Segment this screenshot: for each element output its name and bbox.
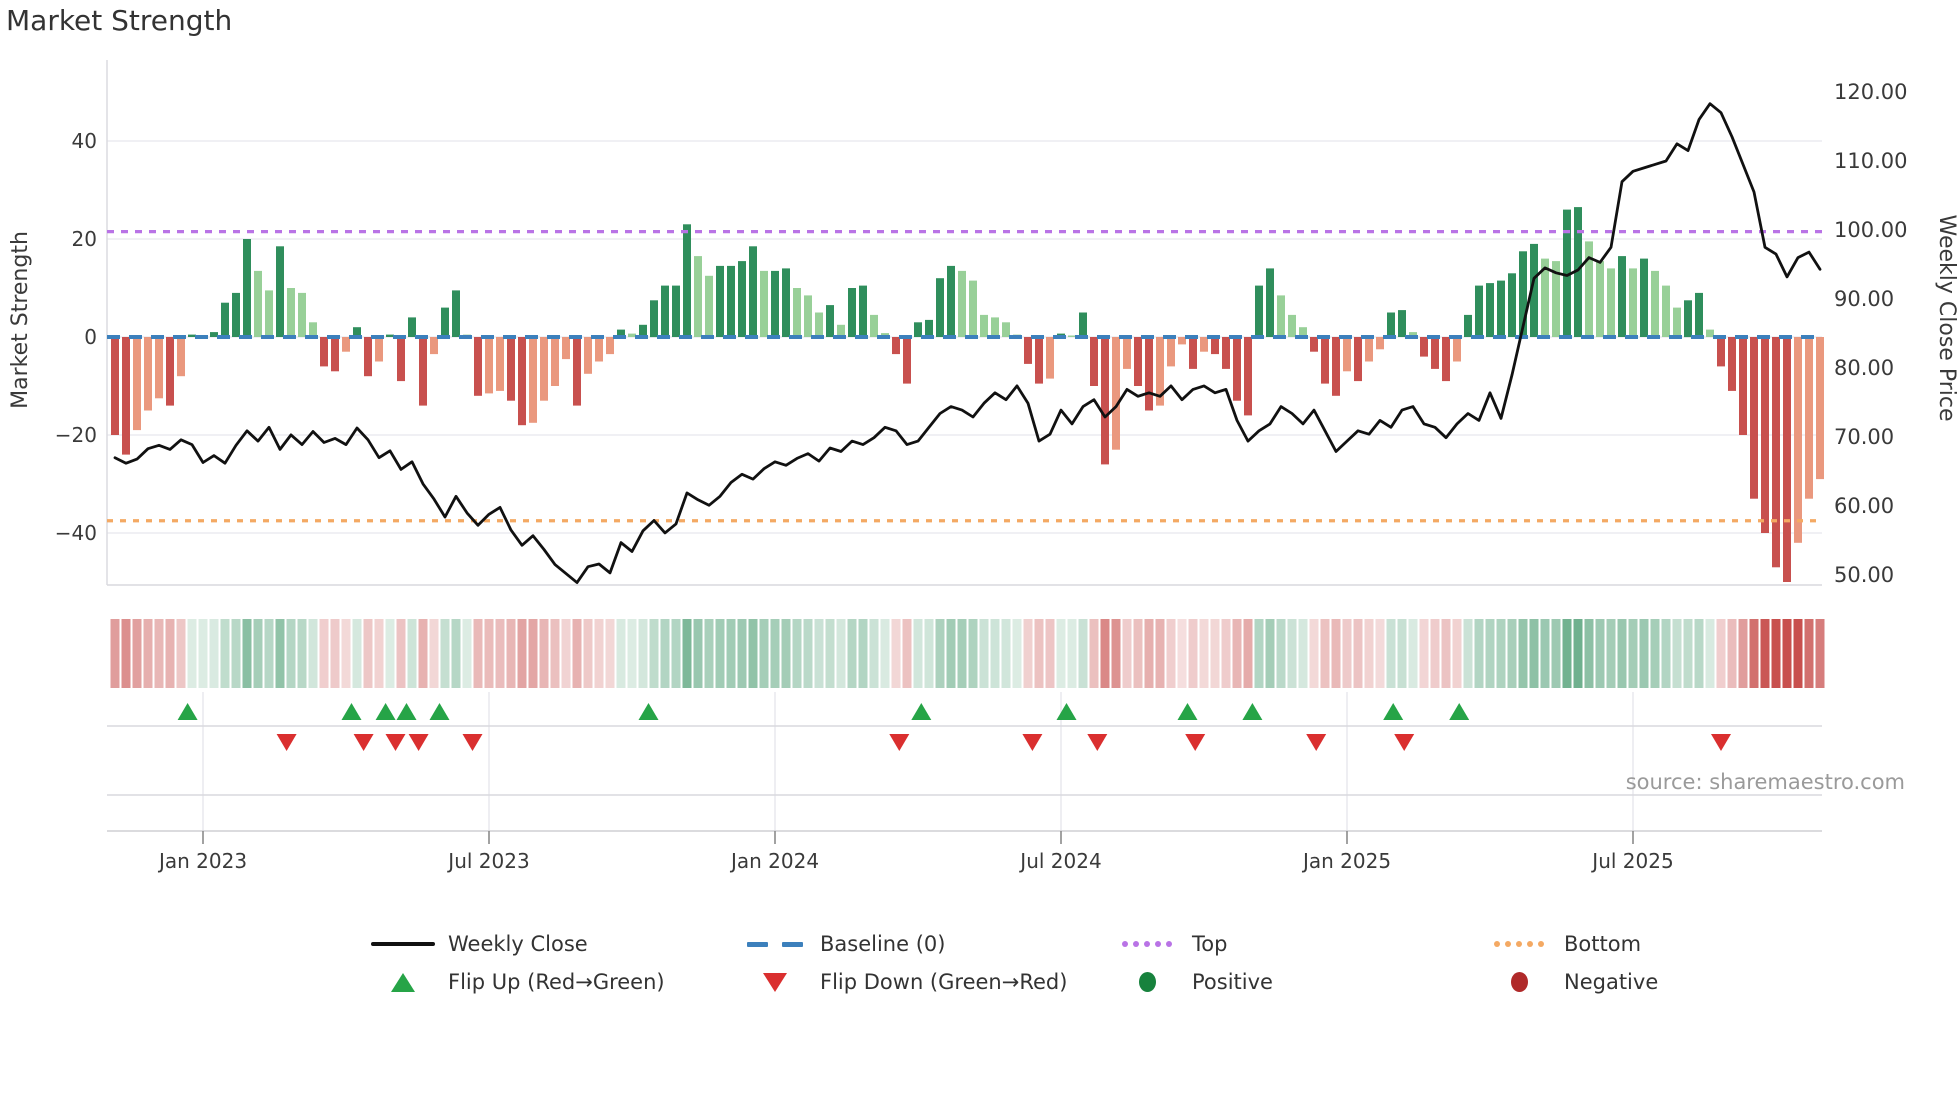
svg-text:100.00: 100.00: [1834, 218, 1907, 242]
flip-up-markers: [177, 703, 1470, 720]
legend-item-flip-down: Flip Down (Green→Red): [740, 966, 1067, 998]
right-axis-labels: 120.00 110.00 100.00 90.00 80.00 70.00 60.00 50…: [1834, 80, 1907, 587]
legend-item-positive: Positive: [1112, 966, 1273, 998]
bottom-dots-swatch: [1484, 941, 1554, 947]
svg-text:0: 0: [84, 325, 97, 349]
legend-label: Top: [1192, 932, 1228, 956]
legend-label: Flip Down (Green→Red): [820, 970, 1068, 994]
market-strength-chart: Jan 2023 Jul 2023 Jan 2024 Jul 2024 Jan 2025…: [8, 60, 1959, 873]
negative-dot-icon: [1484, 972, 1554, 992]
strength-bars: [111, 207, 1824, 582]
legend-label: Flip Up (Red→Green): [448, 970, 665, 994]
svg-text:80.00: 80.00: [1834, 356, 1894, 380]
svg-text:Jan 2024: Jan 2024: [729, 849, 819, 873]
legend-label: Baseline (0): [820, 932, 946, 956]
flip-up-triangle-icon: [368, 972, 438, 992]
y-axis-title-left: Market Strength: [8, 231, 33, 409]
svg-text:Jul 2025: Jul 2025: [1590, 849, 1673, 873]
svg-text:−40: −40: [55, 521, 97, 545]
svg-text:Jul 2024: Jul 2024: [1018, 849, 1101, 873]
legend-item-flip-up: Flip Up (Red→Green): [368, 966, 665, 998]
flip-down-triangle-icon: [740, 972, 810, 992]
flip-down-markers: [276, 734, 1731, 751]
svg-text:70.00: 70.00: [1834, 425, 1894, 449]
baseline-dash-swatch: [740, 941, 810, 947]
svg-text:60.00: 60.00: [1834, 494, 1894, 518]
top-dots-swatch: [1112, 941, 1182, 947]
legend-item-baseline: Baseline (0): [740, 928, 945, 960]
svg-text:Jul 2023: Jul 2023: [446, 849, 529, 873]
marker-rows: [107, 692, 1822, 831]
legend-label: Bottom: [1564, 932, 1642, 956]
svg-text:50.00: 50.00: [1834, 563, 1894, 587]
legend-label: Negative: [1564, 970, 1659, 994]
svg-text:Jan 2023: Jan 2023: [157, 849, 247, 873]
svg-text:40: 40: [72, 129, 97, 153]
heatmap-strip: [110, 619, 1825, 688]
legend-label: Positive: [1192, 970, 1273, 994]
legend-label: Weekly Close: [448, 932, 588, 956]
svg-text:120.00: 120.00: [1834, 80, 1907, 104]
y-axis-title-right: Weekly Close Price: [1934, 215, 1959, 422]
legend-item-negative: Negative: [1484, 966, 1658, 998]
svg-text:−20: −20: [55, 423, 97, 447]
positive-dot-icon: [1112, 972, 1182, 992]
svg-text:Jan 2025: Jan 2025: [1301, 849, 1391, 873]
svg-text:90.00: 90.00: [1834, 287, 1894, 311]
market-strength-chart-page: Market Strength Jan 2023 Jul 2023 Jan 2024…: [0, 0, 1960, 1102]
left-axis-labels: 40 20 0 −20 −40: [55, 129, 97, 545]
source-text: source: sharemaestro.com: [1626, 770, 1905, 794]
legend-item-weekly-close: Weekly Close: [368, 928, 588, 960]
legend-item-top: Top: [1112, 928, 1227, 960]
legend-item-bottom: Bottom: [1484, 928, 1641, 960]
svg-text:20: 20: [72, 227, 97, 251]
x-axis: Jan 2023 Jul 2023 Jan 2024 Jul 2024 Jan 2025…: [107, 830, 1822, 873]
svg-text:110.00: 110.00: [1834, 149, 1907, 173]
weekly-close-line-swatch: [368, 942, 438, 946]
